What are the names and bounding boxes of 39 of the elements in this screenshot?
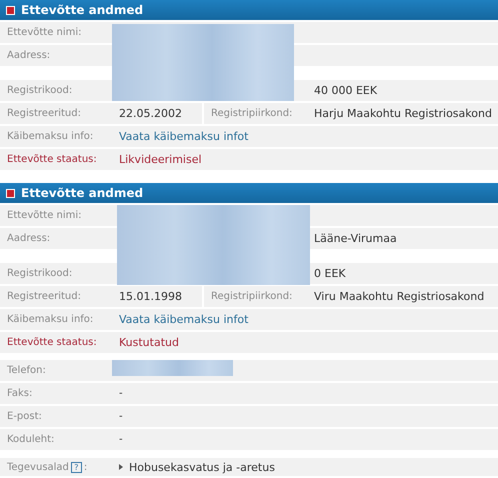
field-label: Käibemaksu info: <box>6 313 94 327</box>
activity-item: Hobusekasvatus ja -aretus <box>129 460 275 474</box>
field-label: Faks: <box>0 383 112 404</box>
status-value: Likvideerimisel <box>118 152 203 168</box>
field-label: Aadress: <box>6 232 52 246</box>
square-icon <box>6 188 15 198</box>
section-title: Ettevõtte andmed <box>21 3 144 17</box>
field-label: Registreeritud: <box>6 290 82 304</box>
field-label: Registrikood: <box>6 84 74 98</box>
field-label: Koduleht: <box>0 429 112 450</box>
field-label: Telefon: <box>0 360 112 381</box>
section-title: Ettevõtte andmed <box>21 186 144 200</box>
vat-info-link[interactable]: Vaata käibemaksu infot <box>119 313 248 326</box>
help-icon[interactable]: ? <box>70 462 82 472</box>
triangle-bullet-icon <box>119 464 123 470</box>
status-label: Ettevõtte staatus: <box>6 336 98 350</box>
square-icon <box>6 6 15 14</box>
field-label: Tegevusalad <box>7 462 69 472</box>
field-value: Viru Maakohtu Registriosakond <box>313 289 486 305</box>
field-value: Harju Maakohtu Registriosakond <box>313 106 493 122</box>
field-label: Registripiirkond: <box>210 107 294 121</box>
field-value: - <box>112 429 498 450</box>
vat-info-link[interactable]: Vaata käibemaksu infot <box>119 130 248 143</box>
field-label: Registripiirkond: <box>210 290 294 304</box>
field-label: Ettevõtte nimi: <box>6 209 83 223</box>
field-value: 0 EEK <box>313 266 347 282</box>
field-value: - <box>112 383 498 404</box>
field-value: 40 000 EEK <box>313 83 378 99</box>
field-label: Aadress: <box>6 49 52 63</box>
field-label: Ettevõtte nimi: <box>6 26 83 40</box>
field-value: Lääne-Virumaa <box>313 231 398 247</box>
field-label: Registrikood: <box>6 267 74 281</box>
field-label: Käibemaksu info: <box>6 130 94 144</box>
status-label: Ettevõtte staatus: <box>6 153 98 167</box>
field-label: Registreeritud: <box>6 107 82 121</box>
field-value: - <box>112 406 498 427</box>
colon: : <box>84 462 88 472</box>
field-label: E-post: <box>0 406 112 427</box>
status-value: Kustutatud <box>118 335 180 351</box>
